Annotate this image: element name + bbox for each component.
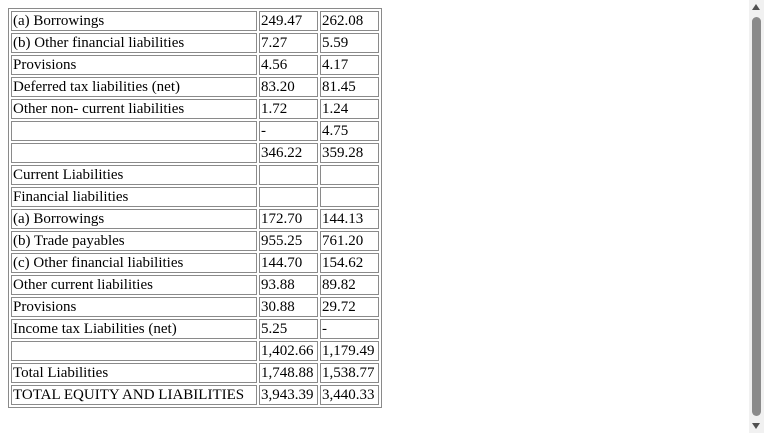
value-previous-year: -	[320, 319, 379, 339]
value-previous-year	[320, 165, 379, 185]
value-previous-year	[320, 187, 379, 207]
table-row: TOTAL EQUITY AND LIABILITIES 3,943.39 3,…	[11, 385, 379, 405]
value-current-year: 172.70	[259, 209, 318, 229]
table-row: Deferred tax liabilities (net) 83.20 81.…	[11, 77, 379, 97]
row-label: Other non- current liabilities	[11, 99, 257, 119]
table-row: (a) Borrowings 249.47 262.08	[11, 11, 379, 31]
liabilities-table: (a) Borrowings 249.47 262.08 (b) Other f…	[8, 8, 382, 408]
table-row: - 4.75	[11, 121, 379, 141]
row-label: Current Liabilities	[11, 165, 257, 185]
value-current-year: 1,748.88	[259, 363, 318, 383]
value-previous-year: 5.59	[320, 33, 379, 53]
value-current-year: 30.88	[259, 297, 318, 317]
table-row: (c) Other financial liabilities 144.70 1…	[11, 253, 379, 273]
row-label: Provisions	[11, 55, 257, 75]
value-previous-year: 1.24	[320, 99, 379, 119]
value-previous-year: 144.13	[320, 209, 379, 229]
vertical-scrollbar[interactable]	[749, 0, 764, 433]
row-label: TOTAL EQUITY AND LIABILITIES	[11, 385, 257, 405]
row-label: (a) Borrowings	[11, 209, 257, 229]
row-label	[11, 121, 257, 141]
row-label: Provisions	[11, 297, 257, 317]
table-row: Provisions 4.56 4.17	[11, 55, 379, 75]
value-previous-year: 89.82	[320, 275, 379, 295]
value-previous-year: 154.62	[320, 253, 379, 273]
value-current-year: 955.25	[259, 231, 318, 251]
table-row: Provisions 30.88 29.72	[11, 297, 379, 317]
value-previous-year: 4.75	[320, 121, 379, 141]
row-label: Other current liabilities	[11, 275, 257, 295]
scroll-up-arrow-icon[interactable]	[752, 4, 760, 10]
value-previous-year: 4.17	[320, 55, 379, 75]
table-row: Other current liabilities 93.88 89.82	[11, 275, 379, 295]
table-row: (b) Other financial liabilities 7.27 5.5…	[11, 33, 379, 53]
value-current-year: 144.70	[259, 253, 318, 273]
table-row: Other non- current liabilities 1.72 1.24	[11, 99, 379, 119]
table-row: Financial liabilities	[11, 187, 379, 207]
row-label: Total Liabilities	[11, 363, 257, 383]
table-row: Total Liabilities 1,748.88 1,538.77	[11, 363, 379, 383]
row-label: (c) Other financial liabilities	[11, 253, 257, 273]
table-row: 1,402.66 1,179.49	[11, 341, 379, 361]
row-label: (b) Other financial liabilities	[11, 33, 257, 53]
table-row: Income tax Liabilities (net) 5.25 -	[11, 319, 379, 339]
row-label	[11, 341, 257, 361]
value-previous-year: 359.28	[320, 143, 379, 163]
value-previous-year: 1,538.77	[320, 363, 379, 383]
row-label: Deferred tax liabilities (net)	[11, 77, 257, 97]
value-previous-year: 3,440.33	[320, 385, 379, 405]
scrollbar-thumb[interactable]	[752, 17, 761, 416]
value-current-year	[259, 165, 318, 185]
value-current-year: 346.22	[259, 143, 318, 163]
value-current-year: 1.72	[259, 99, 318, 119]
table-row: (a) Borrowings 172.70 144.13	[11, 209, 379, 229]
table-row: Current Liabilities	[11, 165, 379, 185]
row-label: (a) Borrowings	[11, 11, 257, 31]
scroll-down-arrow-icon[interactable]	[752, 423, 760, 429]
row-label: Income tax Liabilities (net)	[11, 319, 257, 339]
value-previous-year: 29.72	[320, 297, 379, 317]
value-current-year: 3,943.39	[259, 385, 318, 405]
value-current-year: 7.27	[259, 33, 318, 53]
row-label: (b) Trade payables	[11, 231, 257, 251]
document-viewport: (a) Borrowings 249.47 262.08 (b) Other f…	[0, 0, 749, 433]
value-previous-year: 761.20	[320, 231, 379, 251]
value-current-year: -	[259, 121, 318, 141]
value-previous-year: 81.45	[320, 77, 379, 97]
table-row: 346.22 359.28	[11, 143, 379, 163]
value-previous-year: 262.08	[320, 11, 379, 31]
row-label: Financial liabilities	[11, 187, 257, 207]
value-previous-year: 1,179.49	[320, 341, 379, 361]
row-label	[11, 143, 257, 163]
value-current-year	[259, 187, 318, 207]
value-current-year: 5.25	[259, 319, 318, 339]
value-current-year: 83.20	[259, 77, 318, 97]
table-row: (b) Trade payables 955.25 761.20	[11, 231, 379, 251]
value-current-year: 93.88	[259, 275, 318, 295]
value-current-year: 4.56	[259, 55, 318, 75]
value-current-year: 249.47	[259, 11, 318, 31]
value-current-year: 1,402.66	[259, 341, 318, 361]
